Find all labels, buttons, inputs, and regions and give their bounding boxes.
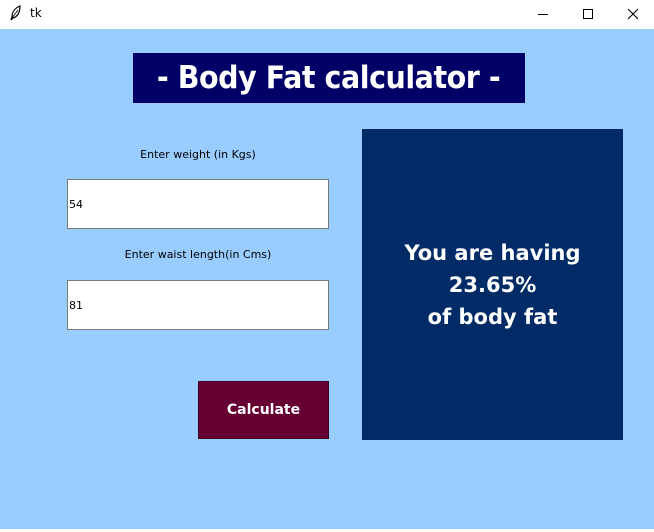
page-title: - Body Fat calculator - <box>133 53 525 103</box>
close-button[interactable] <box>610 0 654 28</box>
result-text: You are having 23.65% of body fat <box>362 237 623 333</box>
weight-label: Enter weight (in Kgs) <box>140 148 256 161</box>
app-content: - Body Fat calculator - Enter weight (in… <box>0 29 654 529</box>
feather-icon <box>10 5 21 21</box>
app-window: tk - Body Fat calculator - Enter weight … <box>0 0 654 532</box>
waist-input[interactable] <box>67 280 329 330</box>
calculate-button[interactable]: Calculate <box>198 381 329 439</box>
maximize-icon <box>583 9 593 19</box>
page-title-text: - Body Fat calculator - <box>157 60 501 96</box>
minimize-button[interactable] <box>520 0 566 28</box>
waist-label: Enter waist length(in Cms) <box>124 248 272 261</box>
result-panel: You are having 23.65% of body fat <box>362 129 623 440</box>
result-line-1: You are having 23.65% <box>404 240 581 297</box>
maximize-button[interactable] <box>565 0 611 28</box>
weight-input[interactable] <box>67 179 329 229</box>
title-bar[interactable]: tk <box>0 0 654 28</box>
minimize-icon <box>538 14 548 15</box>
close-icon <box>627 8 639 20</box>
result-line-2: of body fat <box>427 304 558 329</box>
window-title: tk <box>30 6 42 20</box>
